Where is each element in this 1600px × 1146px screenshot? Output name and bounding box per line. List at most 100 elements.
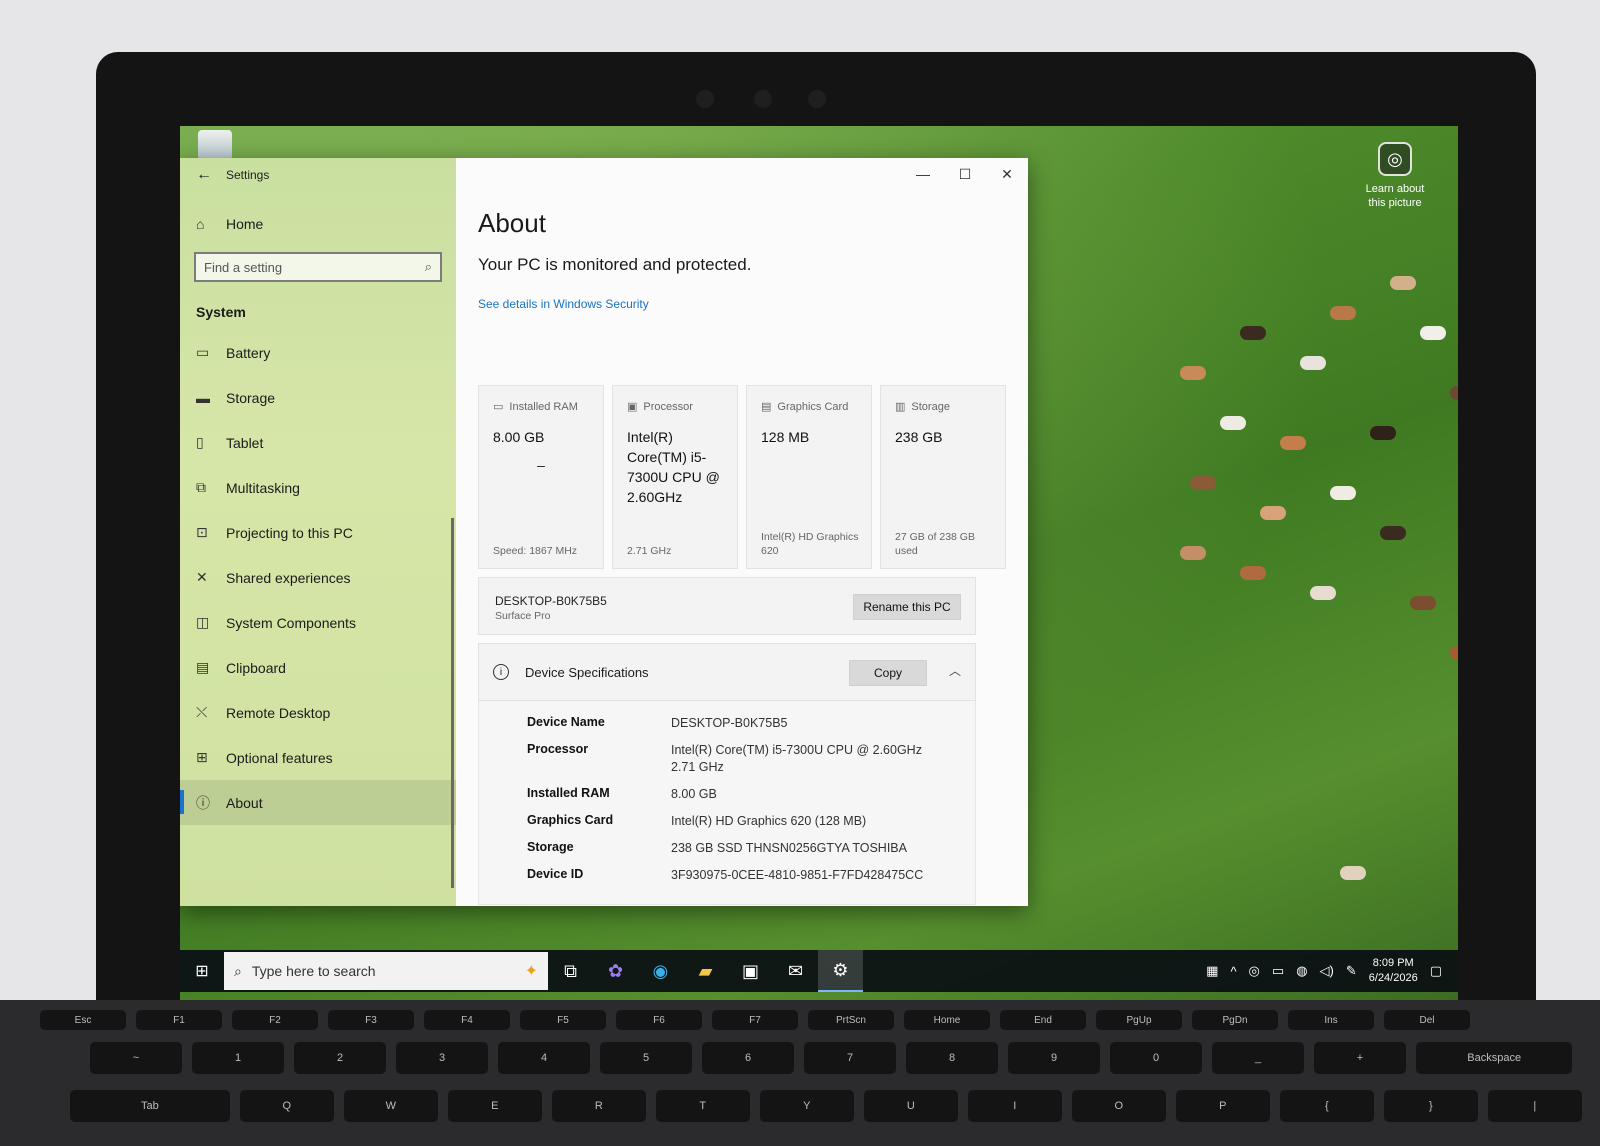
info-icon: ⓘ <box>196 794 210 811</box>
card-footer: Speed: 1867 MHz <box>493 545 578 557</box>
key-e[interactable]: E <box>447 1090 542 1122</box>
news-widget-icon[interactable]: ▦ <box>1206 963 1218 979</box>
sidebar-scrollbar[interactable] <box>451 518 454 888</box>
close-button[interactable]: ✕ <box>986 158 1028 190</box>
key-f1[interactable]: F1 <box>136 1010 222 1030</box>
sidebar-item-tablet[interactable]: ▯ Tablet <box>180 420 456 465</box>
key-[interactable]: ~ <box>90 1042 182 1074</box>
key-home[interactable]: Home <box>904 1010 990 1030</box>
webcam-icon[interactable]: ◎ <box>1249 963 1260 979</box>
storage-icon: ▬ <box>196 389 210 406</box>
chevron-up-icon[interactable]: ︿ <box>949 662 961 679</box>
key-7[interactable]: 7 <box>804 1042 896 1074</box>
key-q[interactable]: Q <box>239 1090 334 1122</box>
key-del[interactable]: Del <box>1384 1010 1470 1030</box>
clipboard-icon: ▤ <box>196 659 210 675</box>
sidebar-item-multitasking[interactable]: ⧉ Multitasking <box>180 465 456 510</box>
key-i[interactable]: I <box>967 1090 1062 1122</box>
learn-about-picture[interactable]: ◎ Learn about this picture <box>1360 142 1430 210</box>
key-9[interactable]: 9 <box>1008 1042 1100 1074</box>
settings-gear-icon[interactable]: ⚙ <box>818 950 863 992</box>
key-ins[interactable]: Ins <box>1288 1010 1374 1030</box>
key-3[interactable]: 3 <box>396 1042 488 1074</box>
sidebar-item-system-components[interactable]: ◫ System Components <box>180 600 456 645</box>
key-y[interactable]: Y <box>759 1090 854 1122</box>
network-globe-icon[interactable]: ◍ <box>1296 963 1307 979</box>
key-[interactable]: } <box>1383 1090 1478 1122</box>
key-backspace[interactable]: Backspace <box>1416 1042 1573 1074</box>
key-5[interactable]: 5 <box>600 1042 692 1074</box>
store-icon[interactable]: ▣ <box>728 950 773 992</box>
key-o[interactable]: O <box>1071 1090 1166 1122</box>
key-[interactable]: + <box>1314 1042 1406 1074</box>
clock[interactable]: 8:09 PM 6/24/2026 <box>1369 956 1418 986</box>
key-t[interactable]: T <box>655 1090 750 1122</box>
home-nav-item[interactable]: ⌂ Home <box>180 206 456 242</box>
sidebar-item-storage[interactable]: ▬ Storage <box>180 375 456 420</box>
rename-pc-button[interactable]: Rename this PC <box>853 594 961 620</box>
key-esc[interactable]: Esc <box>40 1010 126 1030</box>
notifications-icon[interactable]: ▢ <box>1430 963 1442 979</box>
sidebar-item-label: Optional features <box>226 749 333 766</box>
key-prtscn[interactable]: PrtScn <box>808 1010 894 1030</box>
graphics-card: ▤ Graphics Card 128 MB Intel(R) HD Graphi… <box>746 385 872 569</box>
processor-card: ▣ Processor Intel(R) Core(TM) i5-7300U CP… <box>612 385 738 569</box>
sidebar-item-remote-desktop[interactable]: ⤬ Remote Desktop <box>180 690 456 735</box>
ram-card: ▭ Installed RAM 8.00 GB – Speed: 1867 MHz <box>478 385 604 569</box>
sidebar-item-clipboard[interactable]: ▤ Clipboard <box>180 645 456 690</box>
sidebar-item-projecting[interactable]: ⊡ Projecting to this PC <box>180 510 456 555</box>
back-arrow-icon[interactable]: ← <box>196 166 226 184</box>
spec-row: Graphics Card Intel(R) HD Graphics 620 (… <box>527 813 975 830</box>
find-setting-input[interactable]: Find a setting ⌕ <box>194 252 442 282</box>
desktop-screen: ◎ Learn about this picture ← Settings ⌂ … <box>180 126 1458 1000</box>
volume-icon[interactable]: ◁) <box>1320 963 1334 979</box>
task-view-icon[interactable]: ⧉ <box>548 950 593 992</box>
key-f6[interactable]: F6 <box>616 1010 702 1030</box>
copilot-icon[interactable]: ✿ <box>593 950 638 992</box>
key-f7[interactable]: F7 <box>712 1010 798 1030</box>
sidebar-item-label: Clipboard <box>226 659 286 676</box>
key-f3[interactable]: F3 <box>328 1010 414 1030</box>
key-8[interactable]: 8 <box>906 1042 998 1074</box>
spec-row: Installed RAM 8.00 GB <box>527 786 975 803</box>
key-r[interactable]: R <box>551 1090 646 1122</box>
key-6[interactable]: 6 <box>702 1042 794 1074</box>
key-u[interactable]: U <box>863 1090 958 1122</box>
device-specifications-header[interactable]: i Device Specifications Copy ︿ <box>478 643 976 701</box>
recycle-bin-icon[interactable] <box>198 130 232 160</box>
file-explorer-icon[interactable]: ▰ <box>683 950 728 992</box>
windows-security-link[interactable]: See details in Windows Security <box>478 297 649 311</box>
key-tab[interactable]: Tab <box>70 1090 230 1122</box>
key-2[interactable]: 2 <box>294 1042 386 1074</box>
copy-button[interactable]: Copy <box>849 660 927 686</box>
key-p[interactable]: P <box>1175 1090 1270 1122</box>
key-4[interactable]: 4 <box>498 1042 590 1074</box>
chevron-up-icon[interactable]: ^ <box>1230 964 1236 979</box>
edge-icon[interactable]: ◉ <box>638 950 683 992</box>
taskbar-search-input[interactable]: ⌕ Type here to search ✦ <box>224 952 548 990</box>
sidebar-item-shared-experiences[interactable]: ✕ Shared experiences <box>180 555 456 600</box>
minimize-button[interactable]: — <box>902 158 944 190</box>
key-f4[interactable]: F4 <box>424 1010 510 1030</box>
battery-icon[interactable]: ▭ <box>1272 963 1284 979</box>
key-[interactable]: | <box>1487 1090 1582 1122</box>
key-0[interactable]: 0 <box>1110 1042 1202 1074</box>
key-f2[interactable]: F2 <box>232 1010 318 1030</box>
pen-icon[interactable]: ✎ <box>1346 963 1357 979</box>
key-1[interactable]: 1 <box>192 1042 284 1074</box>
key-pgdn[interactable]: PgDn <box>1192 1010 1278 1030</box>
sidebar-item-optional-features[interactable]: ⊞ Optional features <box>180 735 456 780</box>
mail-icon[interactable]: ✉ <box>773 950 818 992</box>
key-f5[interactable]: F5 <box>520 1010 606 1030</box>
key-pgup[interactable]: PgUp <box>1096 1010 1182 1030</box>
sidebar-item-about[interactable]: ⓘ About <box>180 780 456 825</box>
key-[interactable]: _ <box>1212 1042 1304 1074</box>
taskbar-search-placeholder: Type here to search <box>251 963 376 979</box>
sidebar-item-battery[interactable]: ▭ Battery <box>180 330 456 375</box>
key-w[interactable]: W <box>343 1090 438 1122</box>
maximize-button[interactable]: ☐ <box>944 158 986 190</box>
key-[interactable]: { <box>1279 1090 1374 1122</box>
windows-start-icon[interactable]: ⊞ <box>180 950 224 992</box>
key-end[interactable]: End <box>1000 1010 1086 1030</box>
card-header: Graphics Card <box>777 400 849 413</box>
